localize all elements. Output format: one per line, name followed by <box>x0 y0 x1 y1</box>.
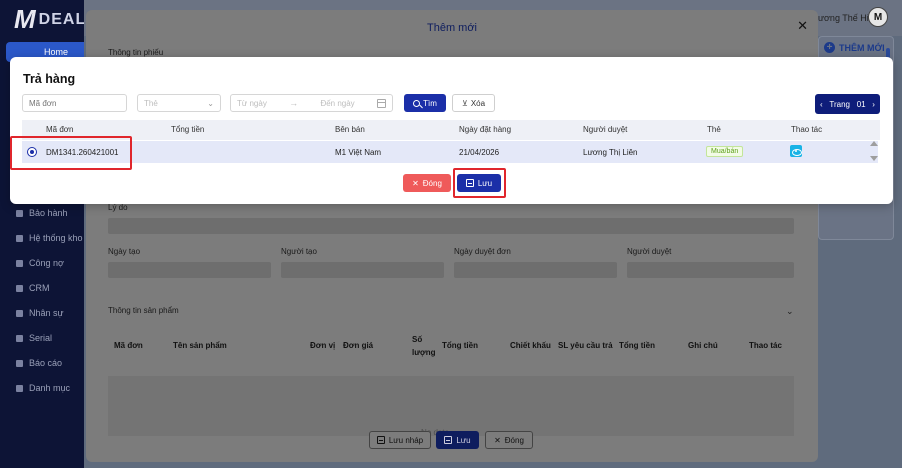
chevron-right-icon[interactable]: › <box>872 100 875 109</box>
sidebar-item-serial[interactable]: Serial <box>16 333 52 343</box>
sidebar-item-crm[interactable]: CRM <box>16 283 50 293</box>
sidebar-item-hr[interactable]: Nhân sự <box>16 308 64 318</box>
plus-icon: + <box>824 42 835 53</box>
scroll-down-icon[interactable] <box>870 156 878 161</box>
app-logo: M DEAL <box>14 4 86 35</box>
reason-label: Lý do <box>108 203 128 212</box>
reports-icon <box>16 359 23 367</box>
close-button[interactable]: ✕ Đóng <box>403 174 451 192</box>
col-tag: Thẻ <box>707 125 721 134</box>
section-product-info: Thông tin sản phẩm <box>108 306 179 315</box>
section-ticket-info: Thông tin phiếu <box>108 48 164 57</box>
pager-page: 01 <box>856 99 866 109</box>
highlight-save-button <box>453 168 506 198</box>
created-date-field <box>108 262 271 278</box>
tag-select-placeholder: Thẻ <box>144 98 158 108</box>
view-eye-icon[interactable] <box>790 145 802 157</box>
pagination: ‹ Trang 01 › <box>815 94 880 114</box>
col-order-code: Mã đơn <box>114 341 143 350</box>
sidebar-item-reports[interactable]: Báo cáo <box>16 358 62 368</box>
date-to-placeholder: Đến ngày <box>320 98 355 108</box>
warranty-icon <box>16 209 23 217</box>
approver-label: Người duyệt <box>627 247 672 256</box>
col-total: Tổng tiền <box>442 341 478 350</box>
col-approver: Người duyệt <box>583 125 628 134</box>
col-discount: Chiết khấu <box>510 341 551 350</box>
catalog-icon <box>16 384 23 392</box>
cell-seller: M1 Việt Nam <box>335 148 382 157</box>
reason-field[interactable] <box>108 218 794 234</box>
cell-order-date: 21/04/2026 <box>459 148 500 157</box>
calendar-icon <box>377 98 386 108</box>
highlight-selected-row <box>10 136 132 170</box>
return-order-modal: Trả hàng Thẻ ⌄ Từ ngày → Đến ngày Tìm ⊻ … <box>10 57 893 204</box>
approver-field <box>627 262 794 278</box>
save-icon <box>444 436 453 444</box>
chevron-left-icon[interactable]: ‹ <box>820 100 823 109</box>
sidebar-item-warranty[interactable]: Bảo hành <box>16 208 68 218</box>
sidebar-item-warehouse[interactable]: Hệ thống kho <box>16 233 83 243</box>
col-actions: Thao tác <box>749 341 782 350</box>
add-new-button[interactable]: + THÊM MỚI <box>824 42 885 53</box>
col-note: Ghi chú <box>688 341 718 350</box>
col-order-date: Ngày đặt hàng <box>459 125 512 134</box>
col-unit-price: Đơn giá <box>343 341 374 350</box>
sidebar-item-home-label: Home <box>44 47 69 57</box>
chevron-down-icon[interactable]: ⌄ <box>786 306 794 317</box>
col-total-2: Tổng tiền <box>619 341 655 350</box>
tag-badge: Mua/bán <box>706 146 744 157</box>
logo-text: DEAL <box>38 10 87 28</box>
add-modal-title: Thêm mới <box>427 22 477 34</box>
order-code-input[interactable] <box>22 94 127 112</box>
search-button[interactable]: Tìm <box>404 94 446 112</box>
return-modal-title: Trả hàng <box>23 72 76 86</box>
close-icon: ✕ <box>494 435 501 445</box>
date-from-placeholder: Từ ngày <box>237 98 267 108</box>
arrow-right-icon: → <box>289 98 299 108</box>
cell-approver: Lương Thị Liên <box>583 148 638 157</box>
col-actions: Thao tác <box>791 125 823 134</box>
add-modal-save-button[interactable]: Lưu <box>436 431 479 449</box>
sidebar-item-catalog[interactable]: Danh mục <box>16 383 70 393</box>
creator-field <box>281 262 444 278</box>
avatar[interactable]: M <box>868 7 888 27</box>
col-quantity: Số <box>412 335 423 344</box>
search-icon <box>413 99 421 107</box>
crm-icon <box>16 284 23 292</box>
table-header <box>22 120 880 140</box>
clear-filter-icon: ⊻ <box>461 98 468 108</box>
close-icon: ✕ <box>412 178 419 188</box>
creator-label: Người tạo <box>281 247 317 256</box>
scroll-up-icon[interactable] <box>870 141 878 146</box>
close-icon[interactable]: ✕ <box>797 18 808 34</box>
col-unit: Đơn vị <box>310 341 336 350</box>
col-total: Tổng tiền <box>171 125 205 134</box>
date-range-picker[interactable]: Từ ngày → Đến ngày <box>230 94 393 112</box>
serial-icon <box>16 334 23 342</box>
product-table-body <box>108 376 794 436</box>
col-return-qty: SL yêu cầu trả <box>558 341 613 350</box>
pager-label: Trang <box>829 99 850 109</box>
hr-icon <box>16 309 23 317</box>
logo-mark: M <box>14 4 37 34</box>
warehouse-icon <box>16 234 23 242</box>
save-draft-button[interactable]: Lưu nháp <box>369 431 431 449</box>
chevron-down-icon: ⌄ <box>207 98 214 108</box>
add-modal-close-button[interactable]: ✕ Đóng <box>485 431 533 449</box>
tag-select[interactable]: Thẻ ⌄ <box>137 94 221 112</box>
created-date-label: Ngày tạo <box>108 247 141 256</box>
col-seller: Bên bán <box>335 125 365 134</box>
col-product-name: Tên sản phẩm <box>173 341 227 350</box>
col-code: Mã đơn <box>46 125 74 134</box>
approve-date-field <box>454 262 617 278</box>
sidebar-item-debt[interactable]: Công nợ <box>16 258 64 268</box>
save-icon <box>376 436 385 444</box>
col-quantity-sub: lượng <box>412 348 436 357</box>
debt-icon <box>16 259 23 267</box>
table-row[interactable] <box>22 141 878 163</box>
approve-date-label: Ngày duyệt đơn <box>454 247 511 256</box>
clear-filter-button[interactable]: ⊻ Xóa <box>452 94 495 112</box>
